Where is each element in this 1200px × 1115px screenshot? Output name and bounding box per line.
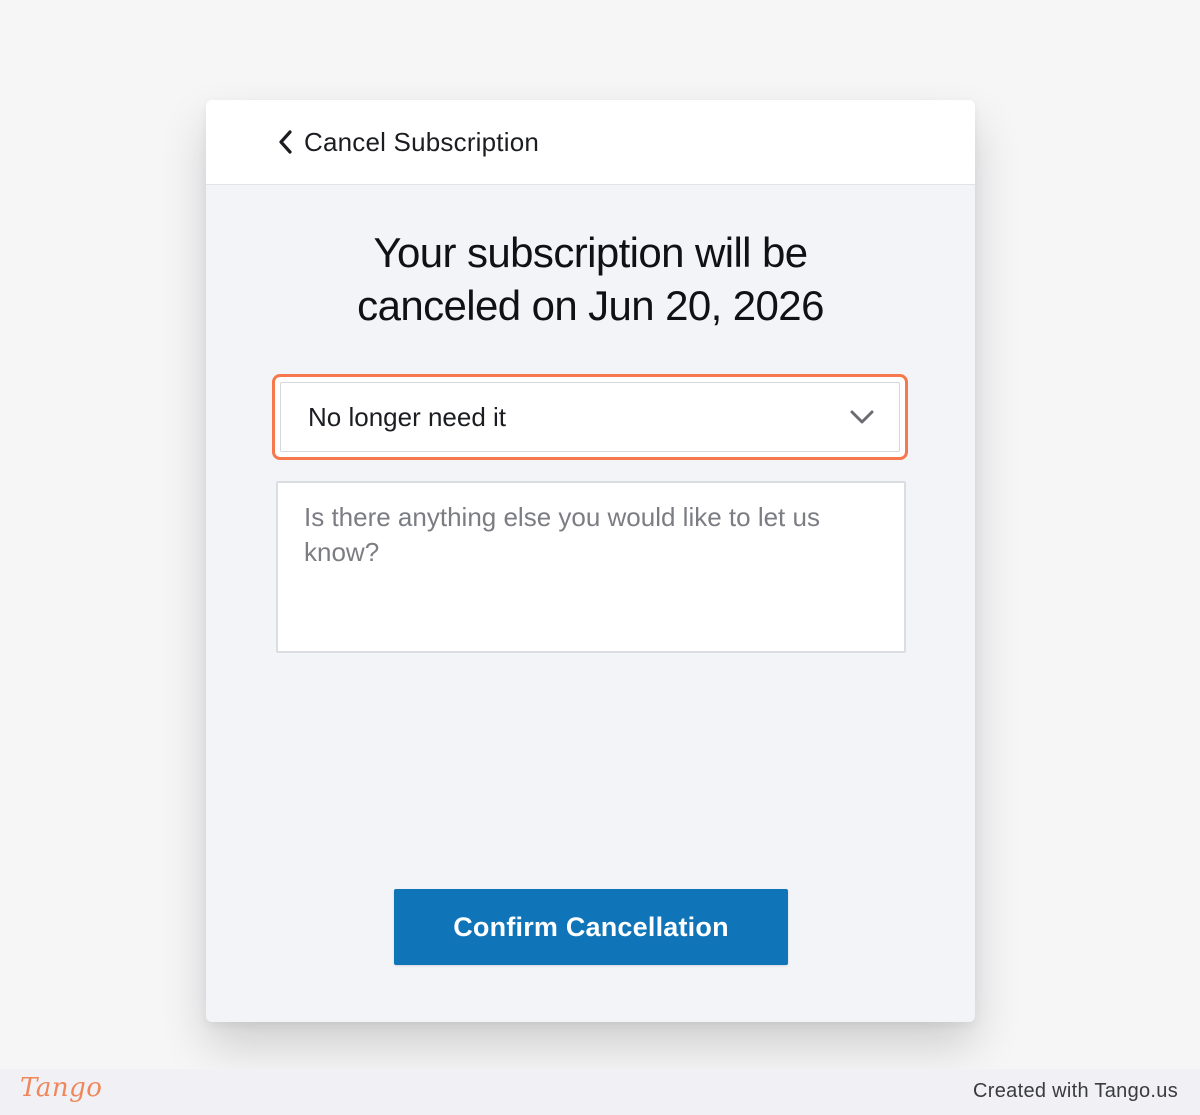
chevron-left-icon	[278, 130, 294, 154]
tango-logo: Tango	[20, 1073, 103, 1103]
header-title: Cancel Subscription	[304, 126, 540, 157]
page-title: Your subscription will be canceled on Ju…	[266, 226, 915, 332]
cancel-subscription-dialog: Cancel Subscription Your subscription wi…	[206, 100, 975, 1022]
screenshot-frame: Cancel Subscription Your subscription wi…	[0, 0, 1200, 1115]
headline-line-2: canceled on Jun 20, 2026	[357, 282, 824, 329]
confirm-cancellation-button[interactable]: Confirm Cancellation	[394, 889, 788, 965]
back-button[interactable]: Cancel Subscription	[278, 124, 539, 160]
tango-footer: Tango Created with Tango.us	[0, 1069, 1200, 1115]
feedback-textarea[interactable]	[276, 481, 906, 653]
chevron-down-icon	[849, 407, 875, 427]
footer-credit: Created with Tango.us	[973, 1080, 1178, 1102]
headline-line-1: Your subscription will be	[373, 229, 808, 276]
dialog-header: Cancel Subscription	[206, 100, 975, 185]
selected-reason-value: No longer need it	[308, 402, 507, 432]
cancellation-reason-select[interactable]: No longer need it	[272, 374, 908, 460]
